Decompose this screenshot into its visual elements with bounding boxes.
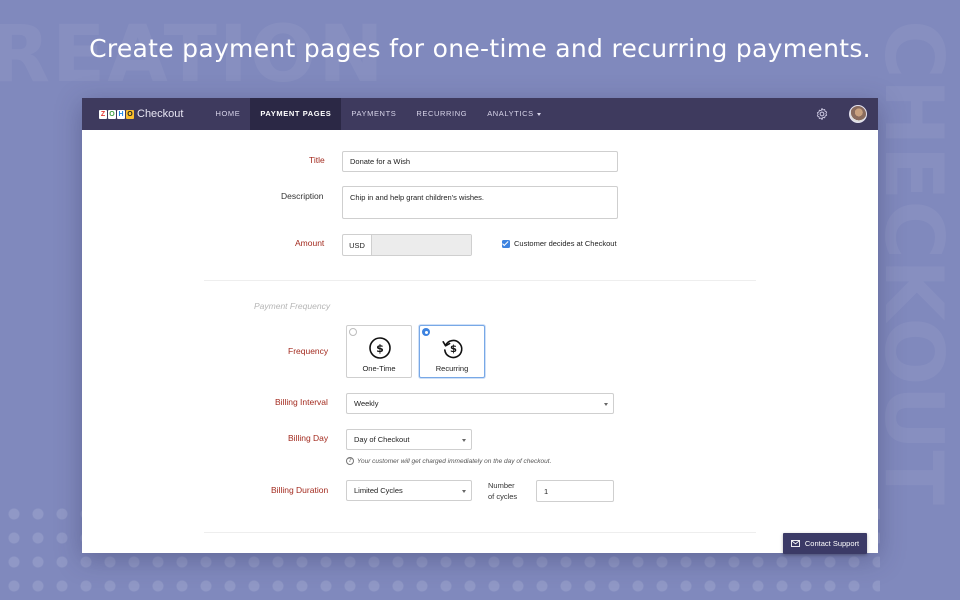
background-watermark-right: CHECKOUT <box>870 20 960 505</box>
app-window: Z O H O Checkout HOME PAYMENT PAGES PAYM… <box>82 98 878 553</box>
billing-duration-value: Limited Cycles <box>354 486 403 495</box>
main-nav: HOME PAYMENT PAGES PAYMENTS RECURRING AN… <box>205 98 550 130</box>
nav-payment-pages[interactable]: PAYMENT PAGES <box>250 98 342 130</box>
top-navigation-bar: Z O H O Checkout HOME PAYMENT PAGES PAYM… <box>82 98 878 130</box>
chevron-down-icon <box>536 112 541 116</box>
recurring-radio[interactable] <box>422 328 430 336</box>
contact-support-button[interactable]: Contact Support <box>783 533 867 554</box>
gear-icon[interactable] <box>815 107 829 121</box>
one-time-label: One-Time <box>362 364 396 373</box>
billing-interval-select[interactable]: Weekly <box>346 393 614 414</box>
nav-payments[interactable]: PAYMENTS <box>341 98 406 130</box>
billing-day-label: Billing Day <box>288 433 329 443</box>
customer-decides-checkbox[interactable] <box>502 239 510 248</box>
payment-frequency-section-title: Payment Frequency <box>254 301 331 311</box>
amount-input-disabled <box>372 235 471 255</box>
one-time-radio[interactable] <box>349 328 357 336</box>
section-divider <box>204 280 756 281</box>
billing-day-value: Day of Checkout <box>354 435 410 444</box>
frequency-option-recurring[interactable]: $ Recurring <box>419 325 485 378</box>
app-logo[interactable]: Z O H O Checkout <box>99 98 183 130</box>
frequency-option-one-time[interactable]: $ One-Time <box>346 325 412 378</box>
page-headline: Create payment pages for one-time and re… <box>89 34 871 63</box>
recurring-dollar-icon: $ <box>442 339 463 359</box>
app-name: Checkout <box>137 108 184 120</box>
zoho-logo-mark: Z O H O <box>99 109 134 119</box>
avatar[interactable] <box>849 105 867 123</box>
billing-day-hint-text: Your customer will get charged immediate… <box>357 457 552 465</box>
question-circle-icon: ? <box>346 457 354 465</box>
amount-label: Amount <box>295 238 325 248</box>
customer-decides-label: Customer decides at Checkout <box>514 239 617 248</box>
chevron-down-icon <box>462 490 466 493</box>
nav-home[interactable]: HOME <box>205 98 250 130</box>
billing-duration-select[interactable]: Limited Cycles <box>346 480 472 501</box>
number-of-cycles-input[interactable]: 1 <box>536 480 614 502</box>
chevron-down-icon <box>462 439 466 442</box>
chevron-down-icon <box>604 403 608 406</box>
billing-interval-label: Billing Interval <box>275 397 328 407</box>
nav-analytics-label: ANALYTICS <box>487 109 534 118</box>
billing-duration-label: Billing Duration <box>271 485 329 495</box>
svg-text:$: $ <box>376 342 384 355</box>
svg-text:$: $ <box>450 344 457 355</box>
currency-code: USD <box>343 235 372 255</box>
nav-recurring[interactable]: RECURRING <box>406 98 477 130</box>
billing-day-select[interactable]: Day of Checkout <box>346 429 472 450</box>
recurring-label: Recurring <box>435 364 469 373</box>
billing-interval-value: Weekly <box>354 399 379 408</box>
title-input[interactable]: Donate for a Wish <box>342 151 618 172</box>
section-divider <box>204 532 756 533</box>
nav-analytics[interactable]: ANALYTICS <box>477 98 551 130</box>
billing-day-hint: ? Your customer will get charged immedia… <box>346 457 551 465</box>
mail-icon <box>790 540 800 547</box>
amount-field[interactable]: USD <box>342 234 472 256</box>
customer-decides-option[interactable]: Customer decides at Checkout <box>502 239 617 248</box>
dollar-circle-icon: $ <box>369 337 391 359</box>
frequency-label: Frequency <box>288 346 329 356</box>
description-label: Description <box>281 191 324 201</box>
title-label: Title <box>309 155 325 165</box>
number-of-cycles-label: Number of cycles <box>488 481 518 501</box>
contact-support-label: Contact Support <box>804 539 860 548</box>
description-textarea[interactable]: Chip in and help grant children's wishes… <box>342 186 618 219</box>
